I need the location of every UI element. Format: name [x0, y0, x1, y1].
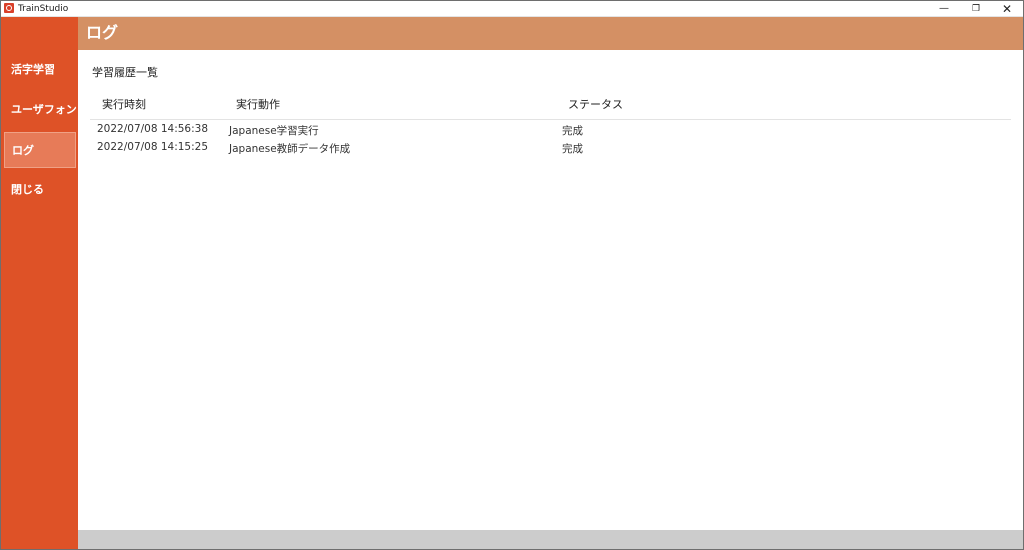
table-row[interactable]: 2022/07/08 14:15:25 Japanese教師データ作成 完成	[78, 139, 1023, 157]
app-window: TrainStudio — ❐ ✕ 活字学習 ユーザフォント ログ 閉じる ログ…	[0, 0, 1024, 550]
table-row[interactable]: 2022/07/08 14:56:38 Japanese学習実行 完成	[78, 121, 1023, 139]
page-header: ログ	[78, 17, 1023, 50]
column-header-status[interactable]: ステータス	[568, 96, 623, 112]
sidebar-item-log[interactable]: ログ	[4, 132, 76, 168]
sidebar-item-type-learning[interactable]: 活字学習	[4, 52, 76, 88]
cell-status: 完成	[562, 143, 583, 155]
minimize-button[interactable]: —	[929, 1, 959, 17]
close-window-button[interactable]: ✕	[992, 1, 1022, 17]
cell-time: 2022/07/08 14:56:38	[97, 123, 209, 135]
app-logo-icon	[4, 3, 14, 13]
column-header-action[interactable]: 実行動作	[236, 96, 280, 112]
log-panel: 学習履歴一覧 実行時刻 実行動作 ステータス 2022/07/08 14:56:…	[78, 50, 1023, 530]
table-divider	[90, 119, 1011, 120]
app-title: TrainStudio	[18, 4, 69, 14]
cell-time: 2022/07/08 14:15:25	[97, 141, 209, 153]
cell-status: 完成	[562, 125, 583, 137]
sidebar: 活字学習 ユーザフォント ログ 閉じる	[1, 17, 88, 549]
cell-action: Japanese学習実行	[229, 125, 319, 137]
cell-action: Japanese教師データ作成	[229, 143, 351, 155]
page-title: ログ	[86, 23, 119, 42]
title-bar: TrainStudio — ❐ ✕	[1, 1, 1023, 17]
sidebar-item-close[interactable]: 閉じる	[4, 172, 76, 208]
status-bar	[78, 530, 1023, 549]
column-header-time[interactable]: 実行時刻	[102, 96, 146, 112]
restore-button[interactable]: ❐	[961, 1, 991, 17]
section-title: 学習履歴一覧	[92, 66, 158, 79]
sidebar-item-user-font[interactable]: ユーザフォント	[4, 92, 88, 128]
